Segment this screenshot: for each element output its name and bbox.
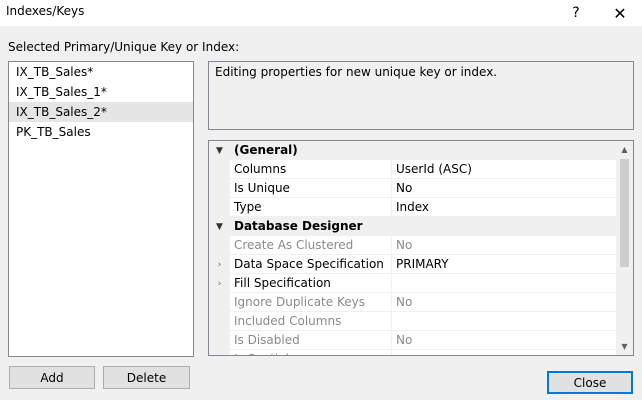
scroll-down-arrow-icon[interactable]: ▼ bbox=[616, 338, 633, 355]
property-category-row[interactable]: ▼ (General) bbox=[209, 141, 617, 160]
property-grid[interactable]: ▼ (General) Columns UserId (ASC) Is Unique No… bbox=[208, 140, 634, 356]
property-row[interactable]: Included Columns bbox=[209, 312, 617, 331]
property-value[interactable] bbox=[391, 312, 617, 331]
row-gutter bbox=[209, 293, 230, 312]
scroll-up-arrow-icon[interactable]: ▲ bbox=[616, 141, 633, 158]
collapse-arrow-icon[interactable]: ▼ bbox=[209, 141, 230, 160]
row-gutter bbox=[209, 160, 230, 179]
property-row[interactable]: › Data Space Specification PRIMARY bbox=[209, 255, 617, 274]
property-row[interactable]: Create As Clustered No bbox=[209, 236, 617, 255]
title-bar: Indexes/Keys ? ✕ bbox=[0, 0, 642, 26]
vertical-scrollbar[interactable]: ▲ ▼ bbox=[616, 141, 633, 355]
row-gutter bbox=[209, 350, 230, 355]
description-text: Editing properties for new unique key or… bbox=[215, 65, 498, 79]
delete-button[interactable]: Delete bbox=[103, 366, 190, 389]
property-value[interactable] bbox=[391, 274, 617, 293]
property-value[interactable] bbox=[391, 350, 617, 355]
expand-arrow-icon[interactable]: › bbox=[209, 274, 230, 293]
add-button[interactable]: Add bbox=[9, 366, 95, 389]
property-name: Is Unique bbox=[230, 179, 391, 198]
key-list-caption: Selected Primary/Unique Key or Index: bbox=[8, 40, 240, 54]
key-list-item[interactable]: IX_TB_Sales* bbox=[9, 62, 193, 82]
property-value[interactable]: No bbox=[391, 179, 617, 198]
description-box: Editing properties for new unique key or… bbox=[208, 61, 634, 130]
property-category-row[interactable]: ▼ Database Designer bbox=[209, 217, 617, 236]
collapse-arrow-icon[interactable]: ▼ bbox=[209, 217, 230, 236]
property-value[interactable]: No bbox=[391, 331, 617, 350]
property-row[interactable]: Is Spatial bbox=[209, 350, 617, 355]
help-button[interactable]: ? bbox=[556, 0, 596, 26]
property-name: Type bbox=[230, 198, 391, 217]
row-gutter bbox=[209, 179, 230, 198]
property-row[interactable]: Columns UserId (ASC) bbox=[209, 160, 617, 179]
property-row[interactable]: › Fill Specification bbox=[209, 274, 617, 293]
scroll-thumb[interactable] bbox=[620, 159, 629, 267]
property-name: Data Space Specification bbox=[230, 255, 391, 274]
row-gutter bbox=[209, 331, 230, 350]
property-value[interactable]: PRIMARY bbox=[391, 255, 617, 274]
property-rows: ▼ (General) Columns UserId (ASC) Is Unique No… bbox=[209, 141, 617, 355]
key-list-item[interactable]: IX_TB_Sales_1* bbox=[9, 82, 193, 102]
property-value[interactable]: No bbox=[391, 293, 617, 312]
key-list-item[interactable]: PK_TB_Sales bbox=[9, 122, 193, 142]
close-icon[interactable]: ✕ bbox=[600, 0, 640, 26]
property-name: Fill Specification bbox=[230, 274, 391, 293]
property-value[interactable]: UserId (ASC) bbox=[391, 160, 617, 179]
close-button[interactable]: Close bbox=[547, 371, 633, 394]
property-value[interactable]: No bbox=[391, 236, 617, 255]
property-row[interactable]: Is Disabled No bbox=[209, 331, 617, 350]
key-list[interactable]: IX_TB_Sales* IX_TB_Sales_1* IX_TB_Sales_2*… bbox=[8, 61, 194, 357]
property-name: Create As Clustered bbox=[230, 236, 391, 255]
row-gutter bbox=[209, 312, 230, 331]
property-row[interactable]: Ignore Duplicate Keys No bbox=[209, 293, 617, 312]
row-gutter bbox=[209, 198, 230, 217]
category-label: Database Designer bbox=[230, 217, 617, 236]
row-gutter bbox=[209, 236, 230, 255]
property-name: Ignore Duplicate Keys bbox=[230, 293, 391, 312]
window-title: Indexes/Keys bbox=[6, 4, 85, 18]
property-value[interactable]: Index bbox=[391, 198, 617, 217]
property-row[interactable]: Is Unique No bbox=[209, 179, 617, 198]
property-name: Is Disabled bbox=[230, 331, 391, 350]
property-name: Included Columns bbox=[230, 312, 391, 331]
category-label: (General) bbox=[230, 141, 617, 160]
property-name: Columns bbox=[230, 160, 391, 179]
key-list-item[interactable]: IX_TB_Sales_2* bbox=[9, 102, 193, 122]
property-row[interactable]: Type Index bbox=[209, 198, 617, 217]
expand-arrow-icon[interactable]: › bbox=[209, 255, 230, 274]
property-name: Is Spatial bbox=[230, 350, 391, 355]
